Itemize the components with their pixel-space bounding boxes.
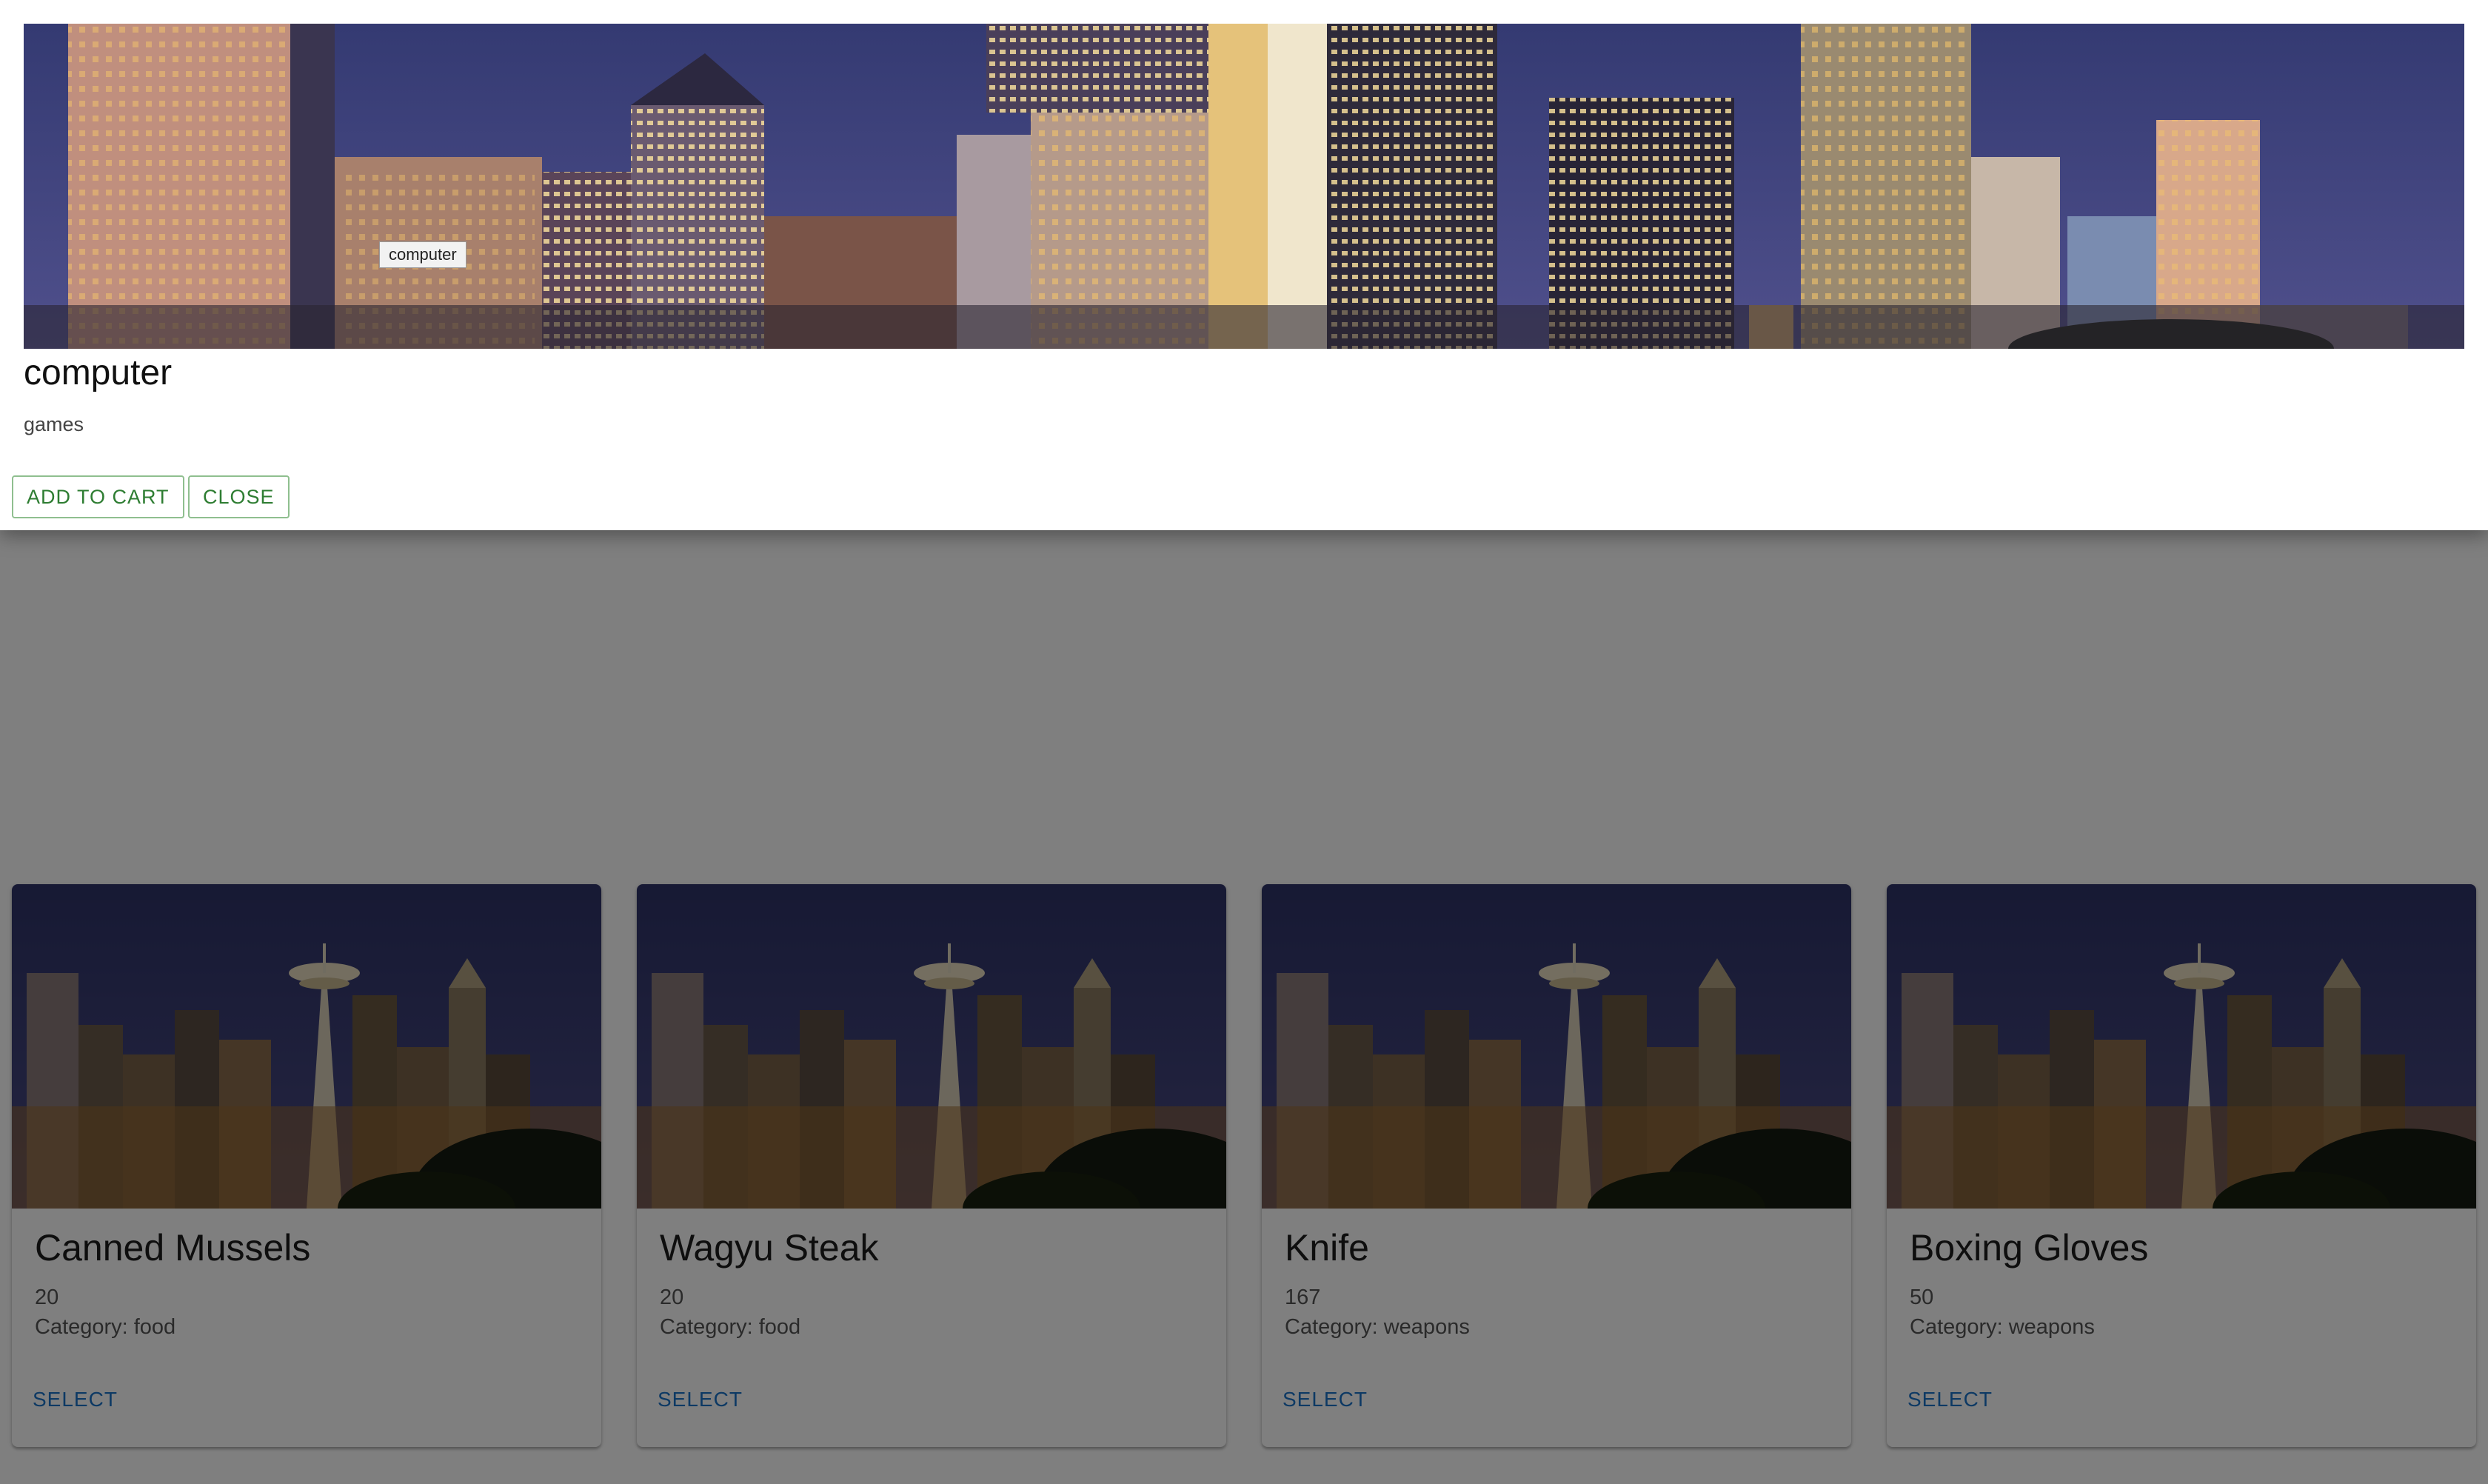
add-to-cart-button[interactable]: ADD TO CART <box>12 475 184 518</box>
image-tooltip: computer <box>379 241 466 268</box>
product-dialog: computer computer games ADD TO CART CLOS… <box>0 0 2488 530</box>
skyline-image <box>24 24 2464 349</box>
app-root: computer4531Category:gamesSELECT Appl <box>0 0 2488 1484</box>
dialog-category: games <box>24 413 84 435</box>
dialog-product-image: computer <box>24 24 2464 349</box>
dialog-title: computer <box>24 353 173 392</box>
close-button[interactable]: CLOSE <box>188 475 290 518</box>
